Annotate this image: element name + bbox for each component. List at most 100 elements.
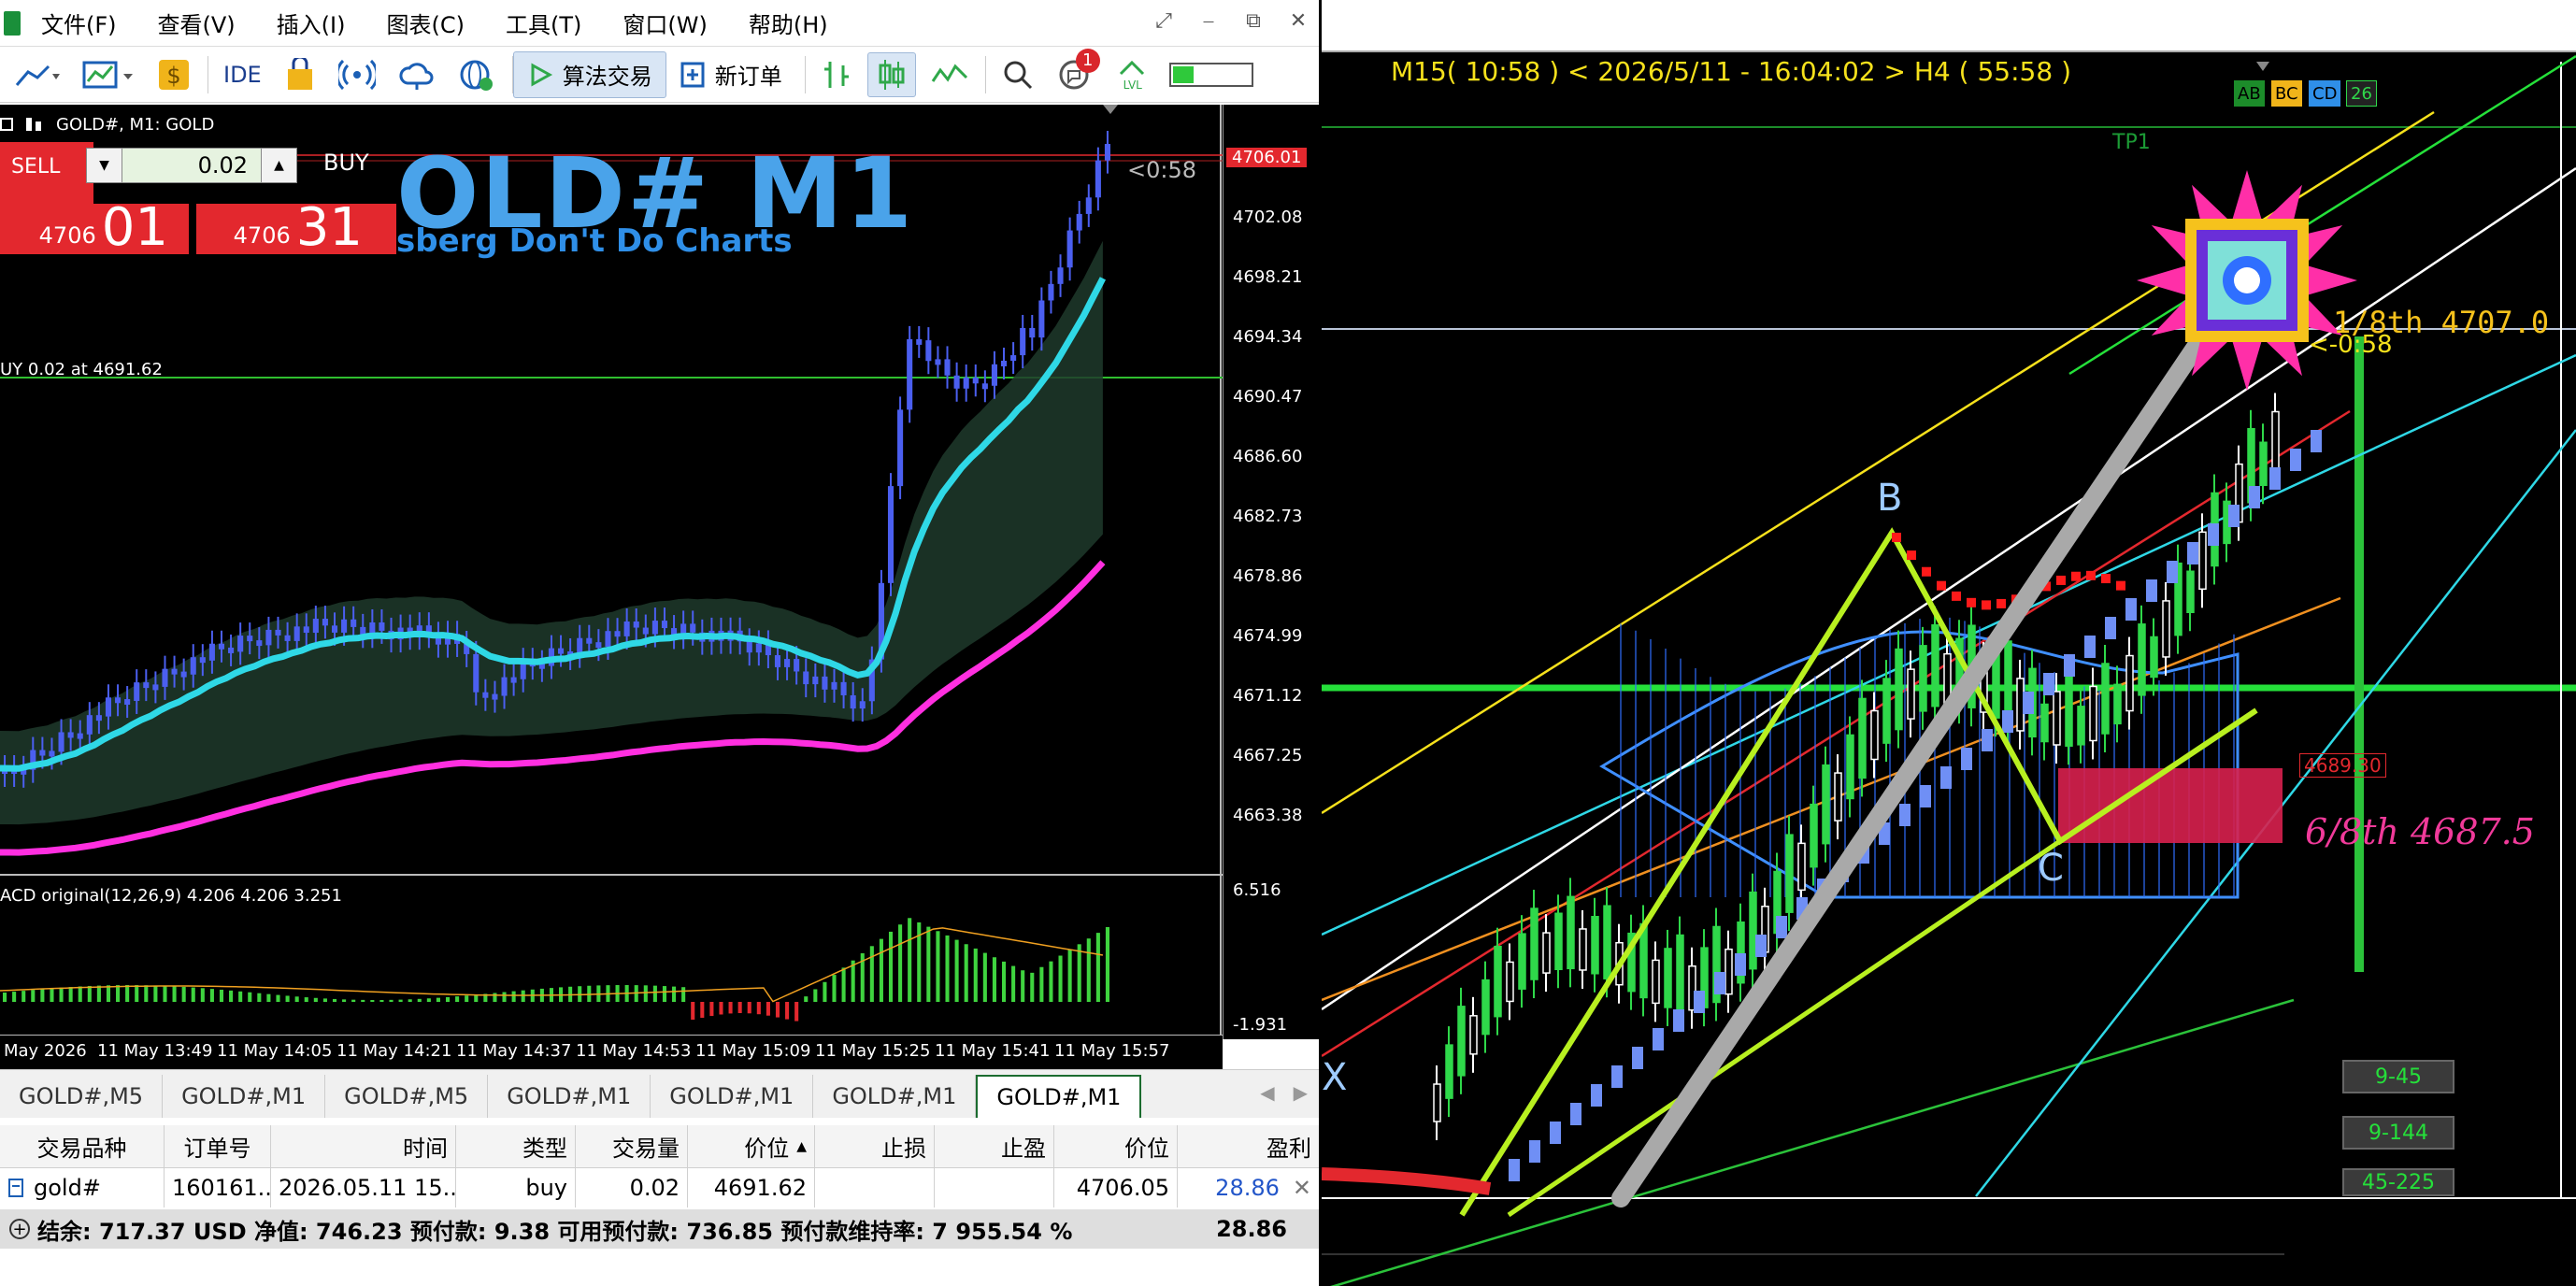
col-order[interactable]: 订单号 (165, 1125, 271, 1167)
expand-icon[interactable]: + (9, 1219, 30, 1239)
stepped-bar (1940, 766, 1952, 789)
chart-window[interactable]: GOLD#, M1: GOLD OLD# M1 sberg Don't Do C… (0, 105, 1223, 1039)
candle-body (1066, 230, 1073, 268)
chart-tab[interactable]: GOLD#,M5 (325, 1075, 489, 1118)
signals-icon[interactable] (331, 52, 383, 97)
line-chart-icon[interactable] (7, 52, 67, 97)
ma-9-45-button[interactable]: 9-45 (2342, 1060, 2454, 1093)
col-tp[interactable]: 止盈 (935, 1125, 1054, 1167)
macd-bar (747, 1002, 751, 1014)
cloud-icon[interactable] (391, 52, 443, 97)
candle-body (953, 375, 960, 389)
algo-trading-button[interactable]: 算法交易 (512, 50, 666, 98)
ide-button[interactable]: IDE (216, 52, 269, 97)
chart-tab-active[interactable]: GOLD#,M1 (976, 1075, 1142, 1118)
price-axis[interactable]: 4706.01 4702.08 4698.21 4694.34 4690.47 … (1223, 105, 1319, 1039)
menu-insert[interactable]: 插入(I) (277, 7, 346, 39)
new-order-button[interactable]: 新订单 (666, 51, 795, 98)
menu-file[interactable]: 文件(F) (41, 7, 117, 39)
positions-table: 交易品种 订单号 时间 类型 交易量 价位 ▲ 止损 止盈 价位 盈利 gold… (0, 1122, 1319, 1286)
col-volume[interactable]: 交易量 (576, 1125, 688, 1167)
vps-globe-icon[interactable] (451, 52, 503, 97)
candle-body (303, 626, 309, 634)
col-time[interactable]: 时间 (271, 1125, 456, 1167)
tp1-label: TP1 (2112, 131, 2151, 154)
candle-body (237, 636, 244, 652)
menu-view[interactable]: 查看(V) (158, 7, 236, 39)
level-icon[interactable]: LVL (1109, 52, 1156, 97)
chart-tab[interactable]: GOLD#,M5 (0, 1075, 164, 1118)
candle-body (351, 619, 357, 627)
close-icon[interactable]: ✕ (1285, 7, 1311, 34)
col-profit[interactable]: 盈利 (1178, 1125, 1319, 1167)
pin-icon[interactable]: ⤢ (1151, 7, 1177, 34)
search-icon[interactable] (994, 52, 1042, 97)
price-tick: 4674.99 (1233, 626, 1303, 646)
bar-chart-icon[interactable] (813, 52, 860, 97)
candle-body (199, 657, 206, 664)
tab-prev-icon[interactable]: ◀ (1260, 1081, 1274, 1104)
candle-body (1810, 803, 1818, 868)
menu-help[interactable]: 帮助(H) (749, 7, 828, 39)
col-open-price[interactable]: 价位 ▲ (688, 1125, 815, 1167)
col-sl[interactable]: 止损 (815, 1125, 935, 1167)
trail-dot (2086, 570, 2096, 580)
menu-window[interactable]: 窗口(W) (623, 7, 707, 39)
candle-body (2198, 531, 2207, 591)
stepped-bar (1673, 1009, 1684, 1032)
col-type[interactable]: 类型 (456, 1125, 576, 1167)
lot-increase-icon[interactable]: ▲ (261, 149, 296, 182)
candle-body (218, 643, 225, 650)
row-sl[interactable] (815, 1168, 935, 1207)
lot-decrease-icon[interactable]: ▼ (87, 149, 122, 182)
ma-9-144-button[interactable]: 9-144 (2342, 1116, 2454, 1150)
candlestick-icon[interactable] (866, 51, 916, 97)
chart-window-icon (0, 118, 13, 131)
sell-button[interactable]: SELL (0, 142, 93, 204)
stepped-bar (2023, 692, 2034, 714)
chart-tab[interactable]: GOLD#,M1 (651, 1075, 814, 1118)
line-mode-icon[interactable] (923, 52, 976, 97)
menu-tools[interactable]: 工具(T) (506, 7, 581, 39)
minimize-icon[interactable]: ⎯ (1195, 7, 1222, 34)
secondary-chart-window[interactable]: M15( 10:58 ) < 2026/5/11 - 16:04:02 > H4… (1322, 0, 2576, 1286)
notifications-icon[interactable]: 1 (1050, 48, 1102, 97)
macd-bar (209, 989, 214, 1002)
candle-body (492, 693, 498, 700)
market-bag-icon[interactable] (277, 52, 323, 97)
dollar-icon[interactable]: $ (150, 52, 198, 97)
stepped-bar (2105, 617, 2116, 639)
candle-body (58, 732, 64, 752)
chart-tab[interactable]: GOLD#,M1 (163, 1075, 326, 1118)
chart-tab[interactable]: GOLD#,M1 (813, 1075, 977, 1118)
buy-price[interactable]: 4706 31 (196, 202, 396, 254)
col-price[interactable]: 价位 (1054, 1125, 1178, 1167)
row-tp[interactable] (935, 1168, 1054, 1207)
candle-body (341, 619, 348, 633)
chart-tab[interactable]: GOLD#,M1 (488, 1075, 651, 1118)
macd-bar (408, 999, 412, 1002)
candle-body (605, 631, 611, 647)
macd-bar (502, 992, 507, 1002)
candle-body (1664, 948, 1672, 1008)
stepped-bar (2290, 449, 2301, 471)
restore-icon[interactable]: ⧉ (1240, 7, 1267, 34)
ma-45-225-button[interactable]: 45-225 (2342, 1168, 2454, 1196)
table-row[interactable]: gold# 160161... 2026.05.11 15... buy 0.0… (0, 1168, 1319, 1207)
sell-price[interactable]: 4706 01 (0, 202, 189, 254)
price-tick: 4698.21 (1233, 267, 1303, 287)
lot-value[interactable]: 0.02 (122, 152, 261, 179)
close-position-icon[interactable]: ✕ (1293, 1175, 1311, 1201)
lot-size-stepper[interactable]: ▼ 0.02 ▲ (86, 148, 297, 183)
toolbar-separator (984, 55, 986, 93)
menu-charts[interactable]: 图表(C) (387, 7, 465, 39)
time-axis[interactable]: May 2026 11 May 13:49 11 May 14:05 11 Ma… (0, 1036, 1223, 1069)
buy-label[interactable]: BUY (323, 150, 369, 176)
macd-bar (908, 918, 912, 1002)
col-symbol[interactable]: 交易品种 (0, 1125, 165, 1167)
macd-bar (521, 990, 525, 1002)
tab-next-icon[interactable]: ▶ (1294, 1081, 1308, 1104)
chart-type-icon[interactable] (75, 52, 142, 97)
macd-bar (756, 1002, 761, 1015)
macd-bar (982, 952, 987, 1002)
